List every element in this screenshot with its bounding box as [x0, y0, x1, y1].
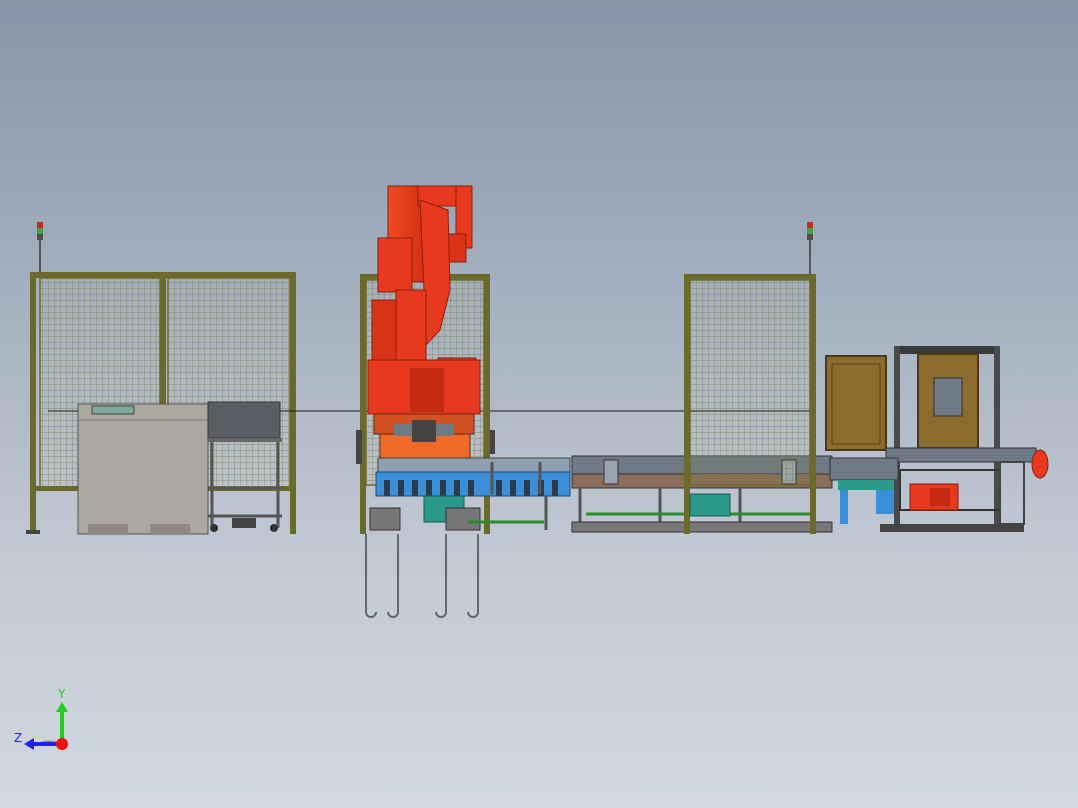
signal-tower-right	[807, 222, 813, 276]
z-axis-label: Z	[14, 731, 23, 745]
y-axis-label: Y	[58, 687, 66, 701]
cad-viewport[interactable]: Y Z	[0, 0, 1078, 808]
axis-triad	[24, 702, 68, 750]
control-cabinet	[77, 403, 209, 535]
gripper-conveyor	[369, 457, 571, 531]
floor-anchors	[365, 534, 479, 618]
safety-fence-right	[684, 274, 816, 534]
signal-tower-left	[37, 222, 43, 276]
assembly-drawing	[24, 185, 1049, 750]
pallet-box	[825, 355, 887, 451]
